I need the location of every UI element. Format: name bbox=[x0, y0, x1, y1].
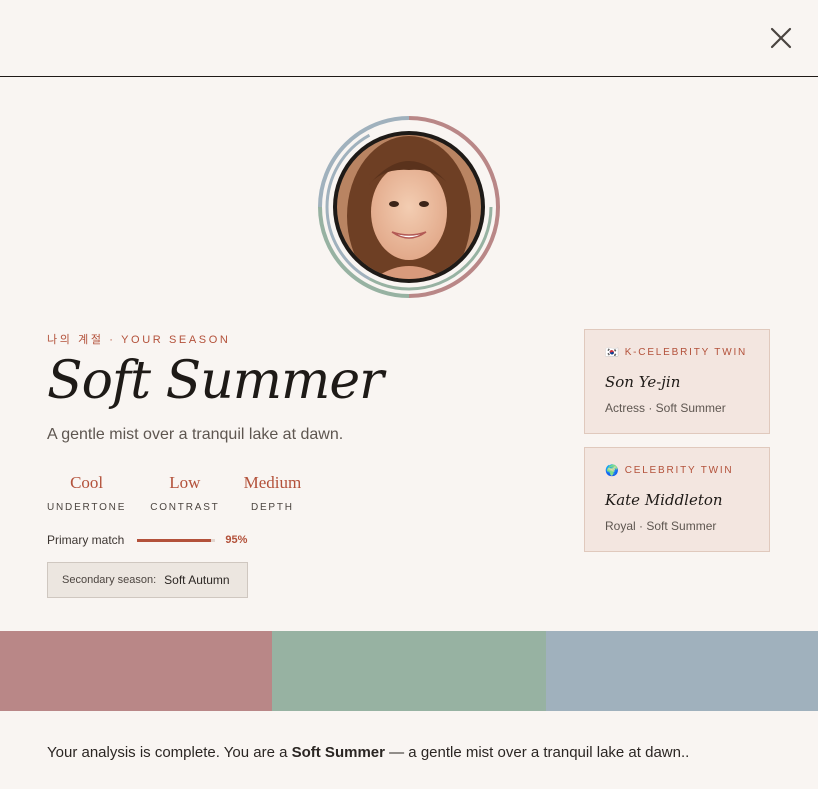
summary-text-after: — a gentle mist over a tranquil lake at … bbox=[384, 744, 690, 761]
twin-name: Kate Middleton bbox=[605, 491, 723, 509]
season-eyebrow: 나의 계절 · YOUR SEASON bbox=[47, 334, 231, 346]
match-progress-bar bbox=[137, 538, 216, 542]
twin-name: Son Ye-jin bbox=[605, 373, 681, 391]
k-celebrity-twin-card[interactable]: 🇰🇷 K-CELEBRITY TWIN Son Ye-jin Actress ·… bbox=[584, 329, 770, 434]
avatar bbox=[318, 116, 500, 298]
primary-match: Primary match 95% bbox=[47, 533, 247, 547]
twin-heading-text: CELEBRITY TWIN bbox=[624, 465, 734, 476]
palette-swatch bbox=[546, 631, 818, 711]
globe-icon: 🌍 bbox=[605, 465, 619, 477]
stat-label: UNDERTONE bbox=[47, 502, 127, 513]
korea-flag-icon: 🇰🇷 bbox=[605, 347, 619, 359]
secondary-season-value: Soft Autumn bbox=[164, 573, 230, 587]
stat-value: Cool bbox=[70, 473, 104, 492]
stat-undertone: Cool UNDERTONE bbox=[47, 473, 126, 513]
match-percent: 95% bbox=[225, 534, 248, 546]
summary-text-before: Your analysis is complete. You are a bbox=[47, 744, 292, 761]
palette-swatch bbox=[0, 631, 272, 711]
season-tagline: A gentle mist over a tranquil lake at da… bbox=[47, 426, 344, 443]
palette-swatch bbox=[272, 631, 546, 711]
stat-value: Medium bbox=[243, 473, 302, 492]
close-button[interactable] bbox=[768, 25, 794, 51]
celebrity-twin-card[interactable]: 🌍 CELEBRITY TWIN Kate Middleton Royal · … bbox=[584, 447, 770, 552]
color-palette bbox=[0, 631, 818, 711]
secondary-season-chip[interactable]: Secondary season: Soft Autumn bbox=[47, 562, 248, 598]
top-bar bbox=[0, 0, 818, 77]
stat-value: Low bbox=[169, 473, 201, 492]
twin-heading: 🌍 CELEBRITY TWIN bbox=[605, 464, 769, 477]
season-title: Soft Summer bbox=[47, 351, 384, 411]
close-icon bbox=[770, 27, 792, 49]
stat-contrast: Low CONTRAST bbox=[150, 473, 219, 513]
stat-depth: Medium DEPTH bbox=[244, 473, 302, 513]
twin-heading-text: K-CELEBRITY TWIN bbox=[624, 347, 748, 358]
stat-label: CONTRAST bbox=[150, 502, 220, 513]
stat-label: DEPTH bbox=[250, 502, 294, 513]
analysis-summary: Your analysis is complete. You are a Sof… bbox=[47, 744, 689, 761]
secondary-season-label: Secondary season: bbox=[62, 574, 157, 586]
match-progress-fill bbox=[137, 538, 212, 542]
match-label: Primary match bbox=[47, 533, 125, 547]
twin-heading: 🇰🇷 K-CELEBRITY TWIN bbox=[605, 346, 769, 359]
season-stats: Cool UNDERTONE Low CONTRAST Medium DEPTH bbox=[47, 473, 325, 513]
twin-role: Royal · Soft Summer bbox=[605, 519, 717, 533]
summary-season: Soft Summer bbox=[291, 744, 385, 761]
twin-role: Actress · Soft Summer bbox=[605, 401, 726, 415]
